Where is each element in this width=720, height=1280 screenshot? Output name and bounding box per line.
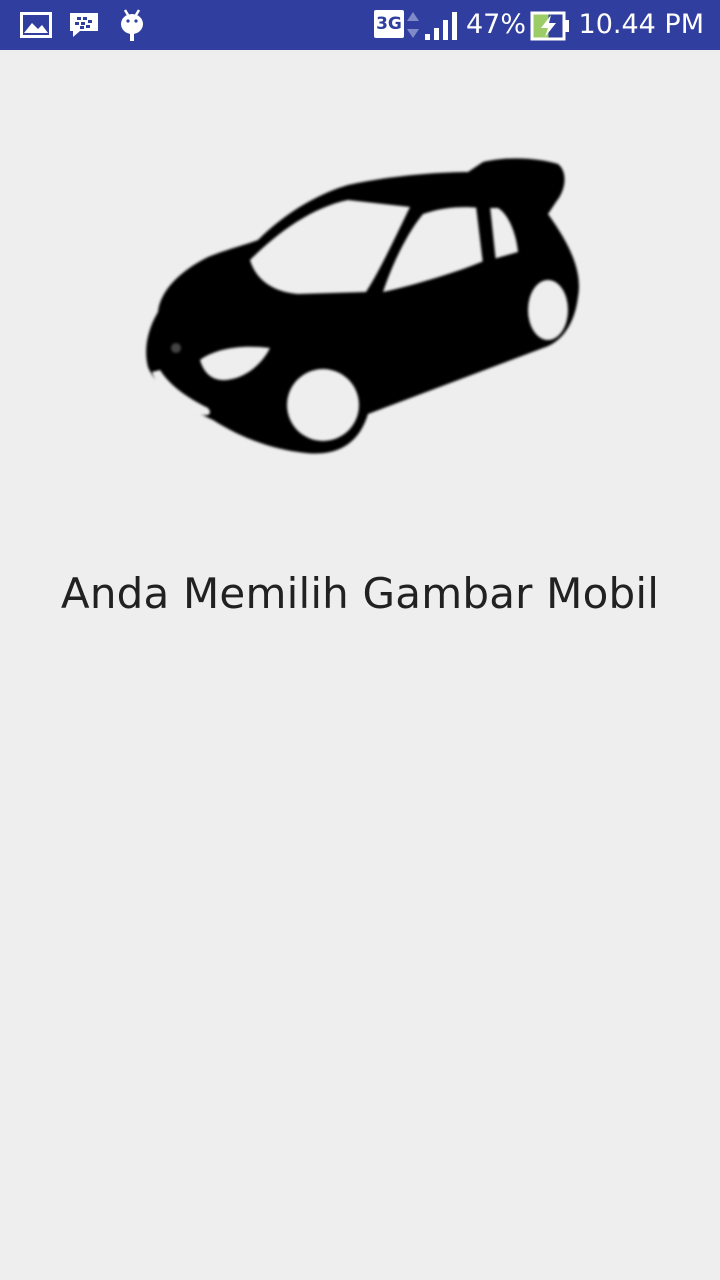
clock: 10.44 PM bbox=[578, 9, 704, 40]
android-debug-icon bbox=[118, 8, 146, 47]
signal-strength-icon bbox=[424, 10, 460, 47]
status-bar: 3G 47% 10.44 PM bbox=[0, 0, 720, 50]
data-activity-icon bbox=[406, 10, 420, 45]
gallery-icon bbox=[20, 12, 52, 43]
battery-charging-icon bbox=[530, 11, 570, 46]
network-type-badge: 3G bbox=[374, 10, 404, 38]
car-silhouette-icon bbox=[138, 152, 588, 462]
bbm-chat-icon bbox=[68, 11, 100, 44]
selection-message: Anda Memilih Gambar Mobil bbox=[60, 569, 660, 618]
battery-percentage: 47% bbox=[466, 9, 527, 40]
